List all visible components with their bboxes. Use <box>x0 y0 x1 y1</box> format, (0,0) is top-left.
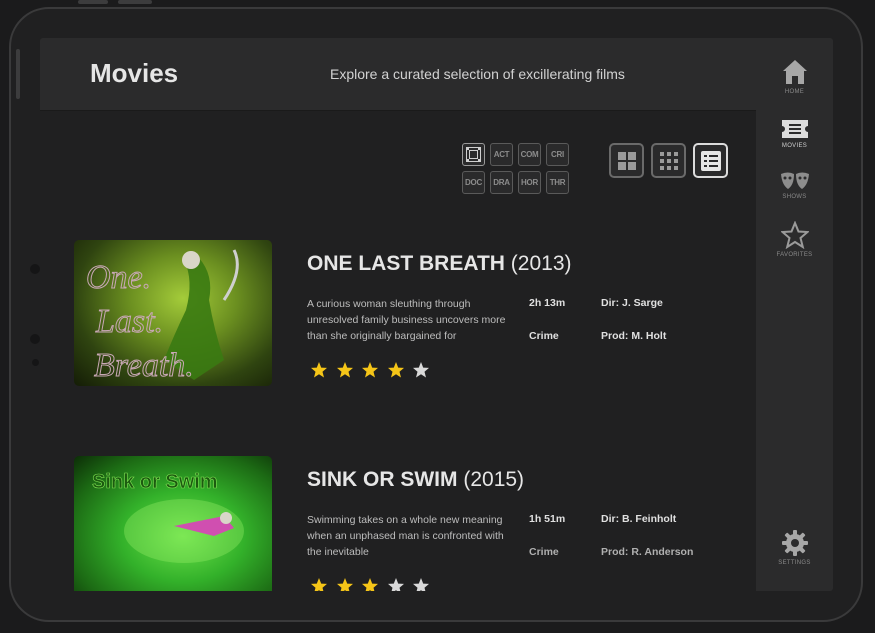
movie-title: ONE LAST BREATH <box>307 252 505 275</box>
svg-text:One.: One. <box>86 259 151 296</box>
nav-label-favorites: FAVORITES <box>776 252 813 258</box>
view-list-button[interactable] <box>693 143 728 178</box>
nav-item-home[interactable]: HOME <box>756 58 833 95</box>
svg-text:Sink or Swim: Sink or Swim <box>92 471 218 493</box>
filter-drama-button[interactable]: DRA <box>490 171 513 194</box>
nav-item-movies[interactable]: MOVIES <box>756 118 833 149</box>
view-large-grid-button[interactable] <box>609 143 644 178</box>
movie-producer: Prod: R. Anderson <box>601 546 694 558</box>
star-filled-icon[interactable] <box>336 577 354 591</box>
device-sensor <box>32 359 39 366</box>
list-icon <box>700 150 721 171</box>
hardware-button <box>118 0 152 4</box>
header: Movies Explore a curated selection of ex… <box>40 38 756 111</box>
star-filled-icon[interactable] <box>361 361 379 379</box>
filter-documentary-button[interactable]: DOC <box>462 171 485 194</box>
nav-item-shows[interactable]: SHOWS <box>756 171 833 200</box>
filter-comedy-button[interactable]: COM <box>518 143 541 166</box>
movie-list-area: ACT COM CRI DOC DRA HOR THR One. Last. B… <box>40 111 756 591</box>
filter-horror-button[interactable]: HOR <box>518 171 541 194</box>
hardware-button <box>16 49 20 99</box>
svg-text:Last.: Last. <box>95 303 163 340</box>
app-screen: Movies Explore a curated selection of ex… <box>40 38 833 591</box>
nav-item-settings[interactable]: SETTINGS <box>756 529 833 566</box>
all-genres-icon <box>466 147 481 162</box>
poster-art: One. Last. Breath. <box>86 249 239 385</box>
filter-action-button[interactable]: ACT <box>490 143 513 166</box>
movie-poster[interactable]: One. Last. Breath. <box>74 240 272 386</box>
movie-description: A curious woman sleuthing through unreso… <box>307 298 506 342</box>
movie-description: Swimming takes on a whole new meaning wh… <box>307 514 504 558</box>
star-empty-icon[interactable] <box>412 361 430 379</box>
view-small-grid-button[interactable] <box>651 143 686 178</box>
movie-director: Dir: J. Sarge <box>601 297 663 309</box>
star-filled-icon[interactable] <box>310 361 328 379</box>
page-subtitle: Explore a curated selection of excillera… <box>330 66 625 82</box>
star-empty-icon[interactable] <box>412 577 430 591</box>
nav-label-home: HOME <box>784 89 805 95</box>
movie-title-line: ONE LAST BREATH (2013) <box>307 252 572 276</box>
movie-title-line: SINK OR SWIM (2015) <box>307 468 524 492</box>
page-title: Movies <box>90 58 179 88</box>
nav-label-settings: SETTINGS <box>778 560 811 566</box>
nav-label-movies: MOVIES <box>781 143 808 149</box>
device-sensor <box>30 264 40 274</box>
movie-card[interactable]: Sink or Swim SINK OR SWIM (2015) Swimmin… <box>74 456 734 591</box>
movie-director: Dir: B. Feinholt <box>601 513 677 525</box>
star-filled-icon[interactable] <box>336 361 354 379</box>
movie-card[interactable]: One. Last. Breath. ONE LAST BREATH (2013… <box>74 240 734 390</box>
star-filled-icon[interactable] <box>310 577 328 591</box>
gear-icon <box>781 530 808 556</box>
movie-genre: Crime <box>529 546 559 558</box>
home-icon <box>782 60 807 84</box>
side-navigation: HOME MOVIES SHOWS FAVORITES SETTINGS <box>756 38 833 591</box>
filter-thriller-button[interactable]: THR <box>546 171 569 194</box>
small-grid-icon <box>659 151 678 170</box>
nav-label-shows: SHOWS <box>782 194 807 200</box>
ticket-icon <box>781 120 808 138</box>
filter-all-button[interactable] <box>462 143 485 166</box>
movie-year: (2015) <box>463 468 525 491</box>
svg-text:Breath.: Breath. <box>94 347 194 384</box>
movie-year: (2013) <box>510 252 572 275</box>
masks-icon <box>780 172 809 189</box>
movie-poster[interactable]: Sink or Swim <box>74 456 272 591</box>
star-filled-icon[interactable] <box>361 577 379 591</box>
star-icon <box>780 221 809 249</box>
movie-producer: Prod: M. Holt <box>601 330 667 342</box>
large-grid-icon <box>617 151 636 170</box>
device-sensor <box>30 334 40 344</box>
movie-title: SINK OR SWIM <box>307 468 458 491</box>
star-empty-icon[interactable] <box>387 577 405 591</box>
movie-genre: Crime <box>529 330 559 342</box>
hardware-button <box>78 0 108 4</box>
movie-runtime: 2h 13m <box>529 297 566 309</box>
poster-art: Sink or Swim <box>92 471 244 563</box>
nav-item-favorites[interactable]: FAVORITES <box>756 221 833 258</box>
star-filled-icon[interactable] <box>387 361 405 379</box>
filter-crime-button[interactable]: CRI <box>546 143 569 166</box>
movie-runtime: 1h 51m <box>529 513 566 525</box>
